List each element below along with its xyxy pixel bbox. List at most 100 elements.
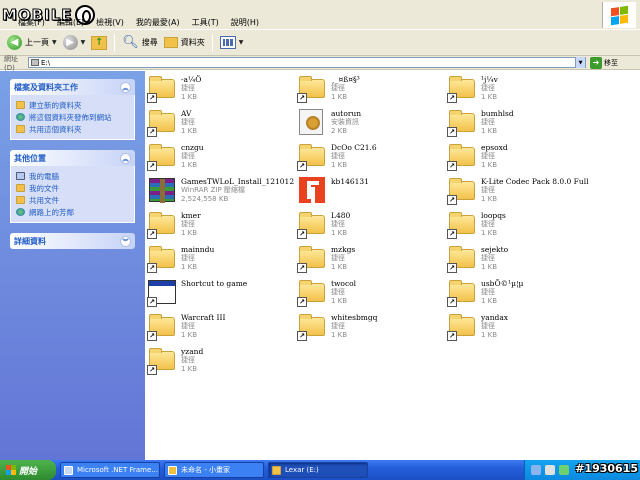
folder-shortcut-icon: ↗ [447, 209, 477, 239]
place-network[interactable]: 網路上的芳鄰 [16, 206, 129, 218]
task-new-folder[interactable]: 建立新的資料夾 [16, 99, 129, 111]
file-size: 1 KB [481, 127, 498, 135]
folder-shortcut-icon: ↗ [447, 175, 477, 205]
shortcut-arrow-icon: ↗ [297, 161, 307, 171]
file-item[interactable]: ↗ whitesbmgq 捷徑 1 KB [297, 311, 447, 345]
shared-documents-icon [16, 196, 25, 204]
file-item[interactable]: ↗ mainndu 捷徑 1 KB [147, 243, 297, 277]
file-item[interactable]: ↗ K-Lite Codec Pack 8.0.0 Full 捷徑 1 KB [447, 175, 597, 209]
forward-button[interactable]: ▶ ▼ [60, 32, 89, 54]
taskbar-button-dotnet[interactable]: Microsoft .NET Frame... [60, 462, 160, 478]
file-item[interactable]: ↗ sejekto 捷徑 1 KB [447, 243, 597, 277]
file-type: 捷徑 [181, 254, 195, 262]
documents-icon [16, 184, 25, 192]
file-item[interactable]: ↗ DcOo C21.6 捷徑 1 KB [297, 141, 447, 175]
menu-help[interactable]: 說明(H) [231, 17, 259, 28]
file-item[interactable]: ↗ ¸_¤ß¤§³ 捷徑 1 KB [297, 73, 447, 107]
file-text: mzkgs 捷徑 1 KB [331, 243, 355, 272]
folders-button[interactable]: 資料夾 [161, 32, 208, 54]
task-share-folder[interactable]: 共用這個資料夾 [16, 123, 129, 135]
panel-header[interactable]: 詳細資料 ︾ [10, 233, 135, 249]
file-item[interactable]: ↗ AV 捷徑 1 KB [147, 107, 297, 141]
folder-shortcut-icon: ↗ [147, 311, 177, 341]
back-button[interactable]: ◀ 上一頁 ▼ [4, 32, 60, 54]
shortcut-arrow-icon: ↗ [147, 161, 157, 171]
task-publish-web[interactable]: 將這個資料夾發佈到網站 [16, 111, 129, 123]
volume-tray-icon[interactable] [545, 465, 555, 475]
views-button[interactable]: ▼ [217, 32, 247, 54]
file-item[interactable]: ↗ twocol 捷徑 1 KB [297, 277, 447, 311]
file-name: ¸_¤ß¤§³ [331, 75, 360, 84]
file-text: yzand 捷徑 1 KB [181, 345, 203, 374]
taskbar-button-paint[interactable]: 未命名 - 小畫家 [164, 462, 264, 478]
file-text: kmer 捷徑 1 KB [181, 209, 201, 238]
file-item[interactable]: kb146131 [297, 175, 447, 209]
up-folder-button[interactable]: ↑ [88, 32, 110, 54]
file-item[interactable]: ↗ L480 捷徑 1 KB [297, 209, 447, 243]
file-size: 1 KB [481, 161, 498, 169]
safely-remove-tray-icon[interactable] [559, 465, 569, 475]
address-dropdown-icon[interactable]: ▼ [575, 57, 585, 68]
file-name: mainndu [181, 245, 215, 254]
file-type: 捷徑 [481, 186, 495, 194]
collapse-chevron-icon[interactable]: ︽ [120, 152, 131, 164]
place-label: 我的文件 [29, 183, 59, 193]
taskbar-button-lexar[interactable]: Lexar (E:) [268, 462, 368, 478]
menu-view[interactable]: 檢視(V) [96, 17, 124, 28]
views-dropdown-icon[interactable]: ▼ [239, 39, 244, 46]
file-item[interactable]: ↗ cnzgu 捷徑 1 KB [147, 141, 297, 175]
file-item[interactable]: ↗ mzkgs 捷徑 1 KB [297, 243, 447, 277]
file-type: 捷徑 [331, 220, 345, 228]
file-item[interactable]: ↗ epsoxd 捷徑 1 KB [447, 141, 597, 175]
menu-tools[interactable]: 工具(T) [192, 17, 219, 28]
file-item[interactable]: ↗ yandax 捷徑 1 KB [447, 311, 597, 345]
file-type: 安裝資訊 [331, 118, 359, 126]
file-size: 1 KB [481, 297, 498, 305]
menu-edit[interactable]: 編輯(E) [57, 17, 84, 28]
expand-chevron-icon[interactable]: ︾ [120, 235, 131, 247]
file-item[interactable]: ↗ yzand 捷徑 1 KB [147, 345, 297, 379]
panel-title: 詳細資料 [14, 236, 46, 246]
forward-dropdown-icon[interactable]: ▼ [81, 39, 86, 46]
shortcut-arrow-icon: ↗ [447, 195, 457, 205]
menu-file[interactable]: 檔案(F) [18, 17, 45, 28]
file-item[interactable]: ↗ bumhlsd 捷徑 1 KB [447, 107, 597, 141]
file-item[interactable]: GamesTWLoL_Install_121012 WinRAR ZIP 壓縮檔 2… [147, 175, 297, 209]
file-text: ¸_¤ß¤§³ 捷徑 1 KB [331, 73, 360, 102]
place-shared-documents[interactable]: 共用文件 [16, 194, 129, 206]
panel-header[interactable]: 其他位置 ︽ [10, 150, 135, 166]
file-size: 1 KB [331, 297, 348, 305]
file-item[interactable]: ↗ ¹j¼v 捷徑 1 KB [447, 73, 597, 107]
file-item[interactable]: ↗ -a¼Ö 捷徑 1 KB [147, 73, 297, 107]
shortcut-arrow-icon: ↗ [297, 297, 307, 307]
place-my-computer[interactable]: 我的電腦 [16, 170, 129, 182]
share-folder-icon [16, 125, 25, 133]
network-tray-icon[interactable] [531, 465, 541, 475]
file-item[interactable]: ↗ loopqs 捷徑 1 KB [447, 209, 597, 243]
file-item[interactable]: ↗ kmer 捷徑 1 KB [147, 209, 297, 243]
file-text: autorun 安裝資訊 2 KB [331, 107, 361, 136]
file-item[interactable]: autorun 安裝資訊 2 KB [297, 107, 447, 141]
taskbar: 開始 Microsoft .NET Frame... 未命名 - 小畫家 Lex… [0, 460, 640, 480]
go-button[interactable]: ➔ 移至 [590, 56, 618, 69]
file-item[interactable]: ↗ Shortcut to game [147, 277, 297, 311]
search-button[interactable]: 🔍︎ 搜尋 [119, 32, 161, 54]
file-item[interactable]: ↗ usbÕ©¹µ¦µ 捷徑 1 KB [447, 277, 597, 311]
start-button[interactable]: 開始 [0, 460, 56, 480]
file-text: DcOo C21.6 捷徑 1 KB [331, 141, 377, 170]
panel-header[interactable]: 檔案及資料夾工作 ︽ [10, 79, 135, 95]
folders-icon [163, 37, 178, 48]
file-text: Warcraft III 捷徑 1 KB [181, 311, 225, 340]
place-my-documents[interactable]: 我的文件 [16, 182, 129, 194]
menu-favorites[interactable]: 我的最愛(A) [136, 17, 180, 28]
place-label: 網路上的芳鄰 [29, 207, 74, 217]
file-item[interactable]: ↗ Warcraft III 捷徑 1 KB [147, 311, 297, 345]
file-size: 1 KB [331, 263, 348, 271]
file-type: 捷徑 [331, 152, 345, 160]
file-text: twocol 捷徑 1 KB [331, 277, 356, 306]
back-dropdown-icon[interactable]: ▼ [52, 39, 57, 46]
collapse-chevron-icon[interactable]: ︽ [120, 81, 131, 93]
address-input[interactable]: E:\ ▼ [28, 57, 586, 68]
file-type: 捷徑 [331, 322, 345, 330]
toolbar-separator [211, 33, 213, 52]
